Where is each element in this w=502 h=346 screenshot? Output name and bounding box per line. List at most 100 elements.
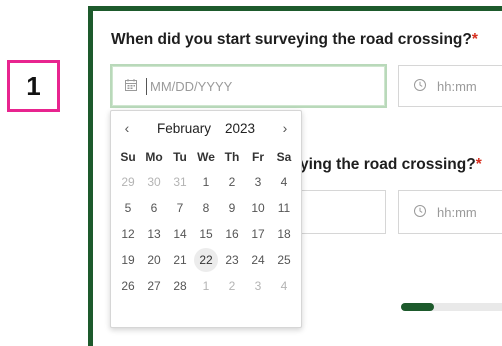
calendar-day[interactable]: 6: [141, 195, 167, 221]
calendar-day-number: 4: [280, 279, 288, 293]
required-asterisk: *: [471, 31, 478, 48]
calendar-day[interactable]: 27: [141, 273, 167, 299]
progress-fill: [401, 303, 434, 311]
weekday-header: Tu: [173, 150, 187, 164]
calendar-day-number: 26: [121, 279, 135, 293]
form-progress-bar: [401, 303, 502, 311]
calendar-day-number: 8: [202, 201, 210, 215]
calendar-day-number: 2: [228, 175, 236, 189]
weekday-header: Mo: [145, 150, 163, 164]
calendar-day[interactable]: 10: [245, 195, 271, 221]
calendar-day-number: 19: [121, 253, 135, 267]
calendar-day[interactable]: 16: [219, 221, 245, 247]
calendar-day-number: 3: [254, 279, 262, 293]
calendar-day[interactable]: 4: [271, 273, 297, 299]
required-asterisk: *: [475, 156, 482, 173]
calendar-day[interactable]: 1: [193, 169, 219, 195]
calendar-day-number: 2: [228, 279, 236, 293]
calendar-day[interactable]: 31: [167, 169, 193, 195]
calendar-day[interactable]: 26: [115, 273, 141, 299]
start-date-field[interactable]: [110, 64, 387, 108]
end-time-input[interactable]: [435, 203, 499, 221]
calendar-day[interactable]: 24: [245, 247, 271, 273]
calendar-day[interactable]: 8: [193, 195, 219, 221]
weekday-header: Sa: [276, 150, 292, 164]
calendar-day[interactable]: 7: [167, 195, 193, 221]
calendar-day[interactable]: 3: [245, 169, 271, 195]
calendar-day-number: 14: [173, 227, 187, 241]
next-month-button[interactable]: ›: [277, 120, 293, 136]
calendar-day[interactable]: 12: [115, 221, 141, 247]
calendar-day[interactable]: 1: [193, 273, 219, 299]
calendar-day-number: 12: [121, 227, 135, 241]
calendar-day-number: 1: [202, 279, 210, 293]
calendar-day[interactable]: 22: [193, 247, 219, 273]
date-picker-popup: ‹ February 2023 › Su Mo Tu We Th Fr Sa 2…: [110, 110, 302, 328]
calendar-day-number: 15: [199, 227, 213, 241]
calendar-day-number: 22: [194, 248, 218, 272]
calendar-year[interactable]: 2023: [225, 121, 255, 136]
calendar-day[interactable]: 29: [115, 169, 141, 195]
question-end-date-label: ying the road crossing?*: [300, 156, 482, 174]
calendar-day-number: 21: [173, 253, 187, 267]
calendar-day[interactable]: 28: [167, 273, 193, 299]
calendar-day-number: 28: [173, 279, 187, 293]
step-number-badge: 1: [7, 60, 60, 112]
calendar-icon: [124, 78, 138, 95]
calendar-day[interactable]: 5: [115, 195, 141, 221]
calendar-day[interactable]: 13: [141, 221, 167, 247]
calendar-day-number: 1: [202, 175, 210, 189]
calendar-day-number: 17: [251, 227, 265, 241]
calendar-day[interactable]: 21: [167, 247, 193, 273]
calendar-day-number: 16: [225, 227, 239, 241]
calendar-day-number: 24: [251, 253, 265, 267]
calendar-day[interactable]: 14: [167, 221, 193, 247]
end-time-field[interactable]: [398, 190, 502, 234]
calendar-day-number: 11: [277, 201, 291, 215]
previous-month-button[interactable]: ‹: [119, 120, 135, 136]
calendar-day[interactable]: 11: [271, 195, 297, 221]
calendar-day-number: 23: [225, 253, 239, 267]
calendar-day[interactable]: 25: [271, 247, 297, 273]
calendar-day[interactable]: 17: [245, 221, 271, 247]
calendar-day[interactable]: 2: [219, 273, 245, 299]
weekday-header: Th: [224, 150, 240, 164]
calendar-day-number: 13: [147, 227, 161, 241]
weekday-header: Su: [120, 150, 136, 164]
calendar-month[interactable]: February: [157, 121, 211, 136]
calendar-day-number: 7: [176, 201, 184, 215]
calendar-day[interactable]: 3: [245, 273, 271, 299]
clock-icon: [413, 78, 427, 95]
calendar-day[interactable]: 4: [271, 169, 297, 195]
calendar-day-number: 25: [277, 253, 291, 267]
weekday-header: We: [197, 150, 215, 164]
calendar-header: ‹ February 2023 ›: [111, 111, 301, 145]
weekday-header: Fr: [252, 150, 264, 164]
calendar-day-number: 20: [147, 253, 161, 267]
calendar-day[interactable]: 9: [219, 195, 245, 221]
calendar-day[interactable]: 15: [193, 221, 219, 247]
calendar-day[interactable]: 18: [271, 221, 297, 247]
start-date-input[interactable]: [146, 77, 352, 95]
calendar-day-number: 4: [280, 175, 288, 189]
calendar-day-number: 9: [228, 201, 236, 215]
calendar-grid: Su Mo Tu We Th Fr Sa 29 30 31 1 2 3 4 5 6 7 8 9 10 11…: [111, 145, 301, 299]
calendar-day-number: 29: [121, 175, 135, 189]
calendar-day-number: 27: [147, 279, 161, 293]
question-text-partial: ying the road crossing?: [300, 156, 476, 173]
calendar-day-number: 3: [254, 175, 262, 189]
start-time-field[interactable]: [398, 65, 502, 107]
end-date-field[interactable]: [300, 190, 386, 234]
calendar-day-number: 18: [277, 227, 291, 241]
calendar-day[interactable]: 2: [219, 169, 245, 195]
clock-icon: [413, 204, 427, 221]
calendar-title: February 2023: [157, 121, 255, 136]
calendar-day[interactable]: 30: [141, 169, 167, 195]
calendar-day-number: 5: [124, 201, 132, 215]
calendar-day-number: 30: [147, 175, 161, 189]
calendar-day-number: 31: [173, 175, 187, 189]
start-time-input[interactable]: [435, 77, 499, 95]
calendar-day[interactable]: 20: [141, 247, 167, 273]
calendar-day[interactable]: 19: [115, 247, 141, 273]
calendar-day[interactable]: 23: [219, 247, 245, 273]
